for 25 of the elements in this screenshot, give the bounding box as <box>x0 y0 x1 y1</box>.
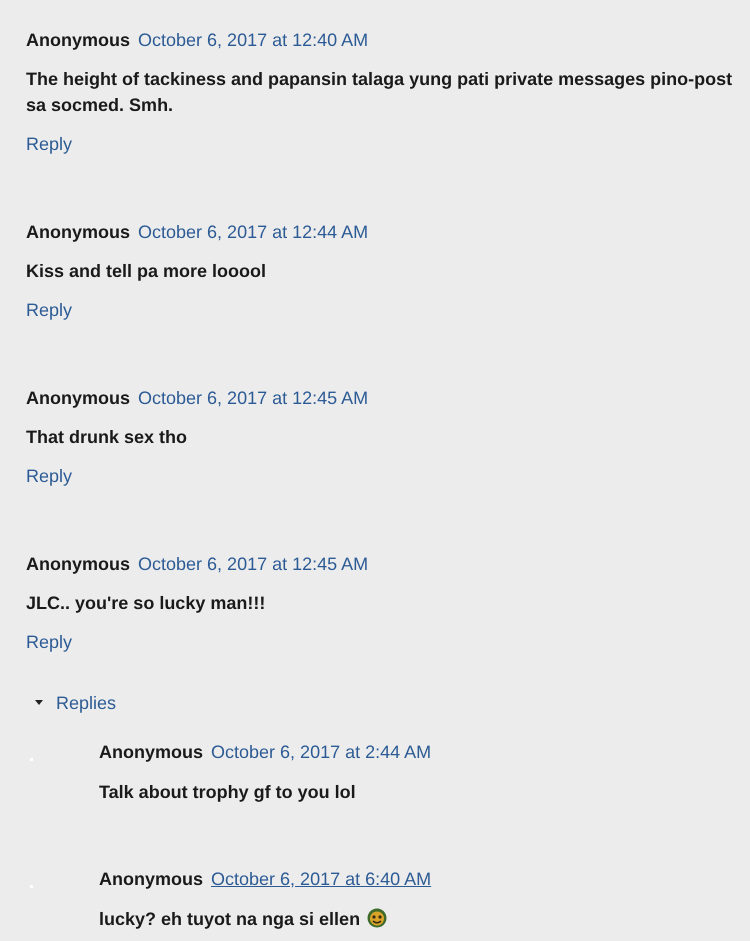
author-name: Anonymous <box>26 29 130 51</box>
author-name: Anonymous <box>26 221 130 243</box>
emoji-icon <box>366 908 388 928</box>
timestamp-link[interactable]: October 6, 2017 at 12:40 AM <box>138 29 368 51</box>
replies-toggle[interactable]: Replies <box>34 692 116 714</box>
comment-text: Kiss and tell pa more looool <box>26 260 268 283</box>
author-name: Anonymous <box>99 741 204 763</box>
comment-text: lucky? eh tuyot na nga si ellen <box>99 906 432 932</box>
comment-text: That drunk sex tho <box>26 426 188 449</box>
comment-text: Talk about trophy gf to you lol <box>99 781 357 804</box>
comment-text: JLC.. you're so lucky man!!! <box>26 592 266 615</box>
timestamp-link[interactable]: October 6, 2017 at 12:44 AM <box>138 221 368 243</box>
reply-link[interactable]: Reply <box>26 299 72 321</box>
reply-link[interactable]: Reply <box>26 631 72 653</box>
timestamp-link[interactable]: October 6, 2017 at 6:40 AM <box>211 868 432 890</box>
author-name: Anonymous <box>99 868 204 890</box>
author-name: Anonymous <box>26 387 130 409</box>
timestamp-link[interactable]: October 6, 2017 at 12:45 AM <box>138 553 368 575</box>
timestamp-link[interactable]: October 6, 2017 at 2:44 AM <box>211 741 432 763</box>
comment-text: The height of tackiness and papansin talaga yung pati private messages pino-post sa socmed. Smh. <box>26 68 734 117</box>
timestamp-link[interactable]: October 6, 2017 at 12:45 AM <box>138 387 368 409</box>
caret-icon <box>34 699 44 707</box>
reply-link[interactable]: Reply <box>26 465 72 487</box>
author-name: Anonymous <box>26 553 130 575</box>
reply-link[interactable]: Reply <box>26 133 72 155</box>
